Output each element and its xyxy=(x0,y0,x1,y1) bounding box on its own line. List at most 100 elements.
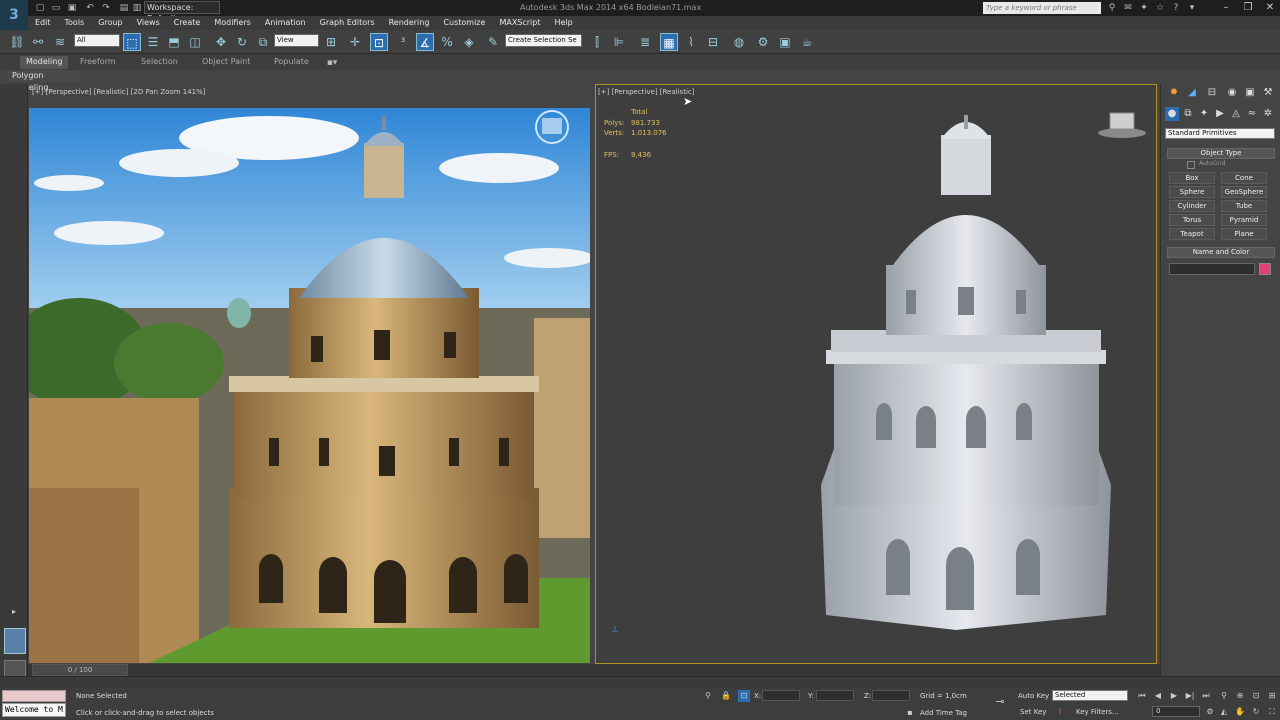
cylinder-button[interactable]: Cylinder xyxy=(1169,200,1215,212)
select-by-name-icon[interactable]: ☰ xyxy=(144,33,162,51)
material-editor-icon[interactable]: ◍ xyxy=(730,33,748,51)
layer-manager-icon[interactable]: ≣ xyxy=(636,33,654,51)
absolute-mode-icon[interactable]: ⊡ xyxy=(738,690,750,702)
track-bar[interactable] xyxy=(0,676,1280,688)
key-filters-button[interactable]: Key Filters... xyxy=(1076,708,1119,716)
object-type-rollout[interactable]: Object Type xyxy=(1167,148,1275,159)
ribbon-options-icon[interactable]: ▪▾ xyxy=(326,57,338,69)
menu-help[interactable]: Help xyxy=(548,16,580,30)
zoom-all-icon[interactable]: ⊕ xyxy=(1234,690,1246,702)
unlink-icon[interactable]: ⚯ xyxy=(29,33,47,51)
ribbon-tab-selection[interactable]: Selection xyxy=(135,56,184,69)
zoom-icon[interactable]: ⚲ xyxy=(1218,690,1230,702)
z-coordinate-input[interactable] xyxy=(872,690,910,701)
rendered-frame-window-icon[interactable]: ▣ xyxy=(776,33,794,51)
motion-tab-icon[interactable]: ◉ xyxy=(1225,86,1239,100)
more-icon[interactable]: ▾ xyxy=(1186,2,1198,14)
maxscript-output[interactable] xyxy=(2,690,66,702)
selection-lock-icon[interactable]: 🔒 xyxy=(720,690,732,702)
go-to-start-icon[interactable]: ⏮ xyxy=(1136,690,1148,702)
shapes-icon[interactable]: ⧉ xyxy=(1181,107,1195,121)
workspace-dropdown[interactable]: Workspace: Default xyxy=(144,1,220,23)
cameras-icon[interactable]: ▶ xyxy=(1213,107,1227,121)
geometry-icon[interactable]: ● xyxy=(1165,107,1179,121)
tube-button[interactable]: Tube xyxy=(1221,200,1267,212)
time-configuration-icon[interactable]: ⚙ xyxy=(1204,706,1216,718)
redo-icon[interactable]: ↷ xyxy=(100,2,112,14)
ribbon-tab-modeling[interactable]: Modeling xyxy=(20,56,69,69)
menu-tools[interactable]: Tools xyxy=(58,16,92,30)
object-name-input[interactable] xyxy=(1169,263,1255,275)
geosphere-button[interactable]: GeoSphere xyxy=(1221,186,1267,198)
hold-icon[interactable]: ▤ xyxy=(118,2,130,14)
select-object-icon[interactable]: ⬚ xyxy=(123,33,141,51)
plane-button[interactable]: Plane xyxy=(1221,228,1267,240)
help-icon[interactable]: ? xyxy=(1170,2,1182,14)
viewport-layout-tab[interactable] xyxy=(4,628,26,654)
cone-button[interactable]: Cone xyxy=(1221,172,1267,184)
schematic-view-icon[interactable]: ⊟ xyxy=(704,33,722,51)
fetch-icon[interactable]: ▥ xyxy=(131,2,143,14)
systems-icon[interactable]: ✲ xyxy=(1261,107,1275,121)
right-viewport[interactable]: [+] [Perspective] [Realistic] Total Poly… xyxy=(595,84,1157,664)
named-selection-set-dropdown[interactable]: Create Selection Se xyxy=(505,34,582,47)
maximize-button[interactable]: ❐ xyxy=(1238,0,1258,15)
app-logo-icon[interactable]: 3 xyxy=(0,0,28,30)
keyboard-shortcut-toggle-icon[interactable]: ⊡ xyxy=(370,33,388,51)
save-icon[interactable]: ▣ xyxy=(66,2,78,14)
selection-filter-dropdown[interactable]: All xyxy=(74,34,120,47)
align-icon[interactable]: ⊫ xyxy=(610,33,628,51)
curve-editor-icon[interactable]: ⌇ xyxy=(682,33,700,51)
time-tag-icon[interactable]: ▪ xyxy=(904,707,916,719)
graphite-ribbon-icon[interactable]: ▦ xyxy=(660,33,678,51)
menu-views[interactable]: Views xyxy=(130,16,167,30)
set-key-button[interactable]: Set Key xyxy=(1020,708,1046,716)
isolate-icon[interactable]: ⚲ xyxy=(702,690,714,702)
menu-customize[interactable]: Customize xyxy=(436,16,492,30)
set-key-icon[interactable]: ⊸ xyxy=(994,696,1006,708)
hierarchy-tab-icon[interactable]: ⊟ xyxy=(1205,86,1219,100)
spacewarps-icon[interactable]: ≈ xyxy=(1245,107,1259,121)
previous-frame-icon[interactable]: ◀ xyxy=(1152,690,1164,702)
key-mode-toggle-icon[interactable]: ⌇ xyxy=(1054,706,1066,718)
snaps-toggle-icon[interactable]: ³ xyxy=(394,33,412,51)
menu-modifiers[interactable]: Modifiers xyxy=(207,16,258,30)
spinner-snap-icon[interactable]: ◈ xyxy=(460,33,478,51)
edit-named-selection-icon[interactable]: ✎ xyxy=(484,33,502,51)
current-frame-input[interactable]: 0 xyxy=(1152,706,1200,717)
zoom-extents-all-icon[interactable]: ⊞ xyxy=(1266,690,1278,702)
object-color-swatch[interactable] xyxy=(1259,263,1271,275)
sphere-button[interactable]: Sphere xyxy=(1169,186,1215,198)
autogrid-checkbox[interactable] xyxy=(1187,161,1195,169)
pan-icon[interactable]: ✋ xyxy=(1234,706,1246,718)
rectangular-selection-icon[interactable]: ⬒ xyxy=(165,33,183,51)
maxscript-listener-input[interactable]: Welcome to M xyxy=(2,703,66,717)
helpers-icon[interactable]: ◬ xyxy=(1229,107,1243,121)
communication-icon[interactable]: ✦ xyxy=(1138,2,1150,14)
ribbon-tab-object-paint[interactable]: Object Paint xyxy=(196,56,256,69)
right-viewport-label[interactable]: [+] [Perspective] [Realistic] xyxy=(598,88,694,96)
menu-maxscript[interactable]: MAXScript xyxy=(492,16,547,30)
menu-rendering[interactable]: Rendering xyxy=(382,16,437,30)
render-production-icon[interactable]: ☕ xyxy=(798,33,816,51)
close-button[interactable]: ✕ xyxy=(1260,0,1280,15)
left-viewport-photo[interactable] xyxy=(29,108,590,663)
name-and-color-rollout[interactable]: Name and Color xyxy=(1167,247,1275,258)
window-crossing-icon[interactable]: ◫ xyxy=(186,33,204,51)
teapot-button[interactable]: Teapot xyxy=(1169,228,1215,240)
select-manipulate-icon[interactable]: ✛ xyxy=(346,33,364,51)
render-setup-icon[interactable]: ⚙ xyxy=(754,33,772,51)
left-viewport-label[interactable]: [+] [Perspective] [Realistic] [2D Pan Zo… xyxy=(32,88,206,96)
timeline-bar[interactable] xyxy=(28,664,1160,676)
link-icon[interactable]: ⛓ xyxy=(8,33,26,51)
utilities-tab-icon[interactable]: ⚒ xyxy=(1261,86,1275,100)
x-coordinate-input[interactable] xyxy=(762,690,800,701)
expand-arrow-icon[interactable]: ▸ xyxy=(8,606,20,618)
subscription-icon[interactable]: ✉ xyxy=(1122,2,1134,14)
ribbon-tab-populate[interactable]: Populate xyxy=(268,56,315,69)
lights-icon[interactable]: ✦ xyxy=(1197,107,1211,121)
open-file-icon[interactable]: ▭ xyxy=(50,2,62,14)
menu-create[interactable]: Create xyxy=(167,16,208,30)
mirror-icon[interactable]: ⫿ xyxy=(588,33,606,51)
key-mode-dropdown[interactable]: Selected xyxy=(1052,690,1128,701)
